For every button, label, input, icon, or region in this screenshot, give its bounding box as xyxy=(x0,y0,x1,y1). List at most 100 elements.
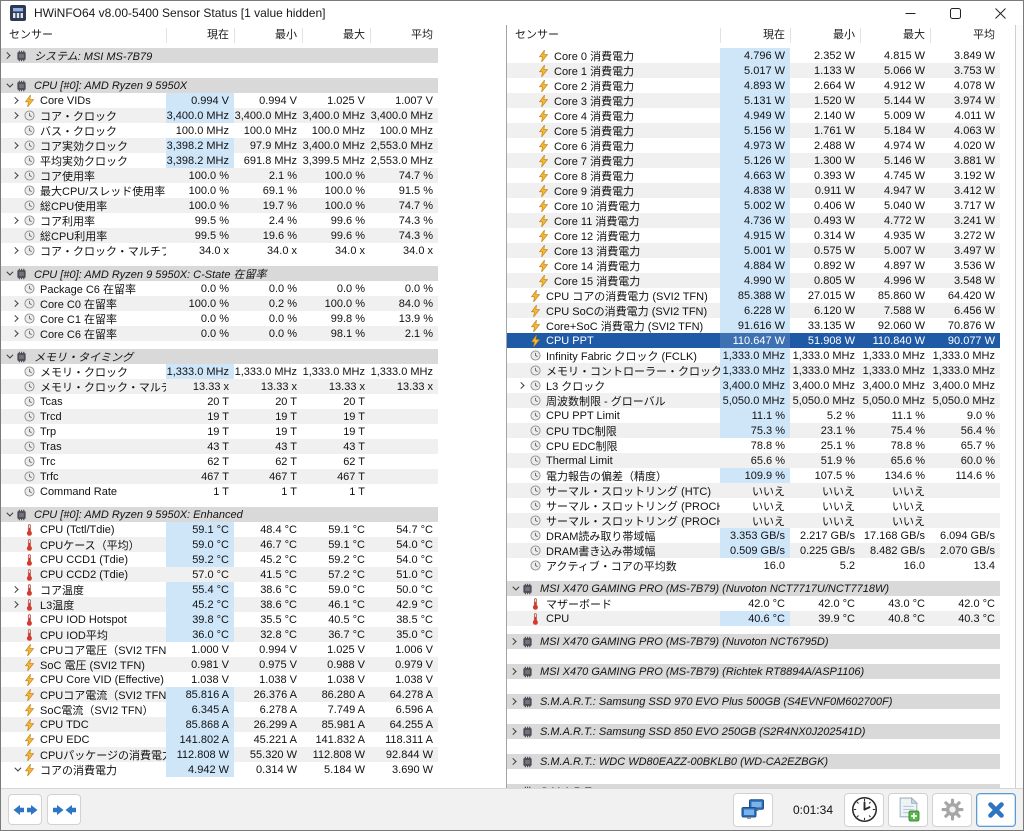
sensor-row[interactable]: コア・クロック・マルチプライ... 34.0 x 34.0 x 34.0 x 34.0 … xyxy=(1,243,438,258)
create-report-button[interactable] xyxy=(888,792,928,827)
sensor-row[interactable]: コア利用率 99.5 % 2.4 % 99.6 % 74.3 % xyxy=(1,213,438,228)
sensor-row[interactable]: 総CPU使用率 100.0 % 19.7 % 100.0 % 74.7 % xyxy=(1,198,438,213)
expander-collapsed-icon[interactable] xyxy=(9,600,23,609)
expander-expanded-icon[interactable] xyxy=(1,268,15,276)
section-header[interactable]: メモリ・タイミング xyxy=(1,349,438,364)
section-header[interactable]: MSI X470 GAMING PRO (MS-7B79) (Richtek R… xyxy=(507,664,1000,679)
sensor-row[interactable]: CPU PPT Limit 11.1 % 5.2 % 11.1 % 9.0 % xyxy=(507,408,1000,423)
sensor-row[interactable]: 総CPU利用率 99.5 % 19.6 % 99.6 % 74.3 % xyxy=(1,228,438,243)
logging-timer-button[interactable] xyxy=(844,792,884,827)
expander-collapsed-icon[interactable] xyxy=(515,381,529,390)
settings-button[interactable] xyxy=(932,792,972,827)
sensor-row[interactable]: CPU 40.6 °C 39.9 °C 40.8 °C 40.3 °C xyxy=(507,611,1000,626)
sensor-row[interactable]: CPUコア電圧（SVI2 TFN） 1.000 V 0.994 V 1.025 V 1.… xyxy=(1,642,438,657)
sensor-row[interactable]: Core 15 消費電力 4.990 W 0.805 W 4.996 W 3.548 W xyxy=(507,273,1000,288)
sensor-row[interactable]: メモリ・クロック・マルチプライヤー 13.33 x 13.33 x 13.33 x 13… xyxy=(1,379,438,394)
expander-collapsed-icon[interactable] xyxy=(9,216,23,225)
column-header-max[interactable]: 最大 xyxy=(302,27,370,43)
sensor-row[interactable]: CPU EDC制限 78.8 % 25.1 % 78.8 % 65.7 % xyxy=(507,438,1000,453)
sensor-row[interactable]: サーマル・スロットリング (PROCHOT CPU) いいえ いいえ いいえ xyxy=(507,498,1000,513)
expander-expanded-icon[interactable] xyxy=(1,80,15,88)
expander-collapsed-icon[interactable] xyxy=(507,757,521,766)
sensor-row[interactable]: DRAM書き込み帯域幅 0.509 GB/s 0.225 GB/s 8.482 GB/… xyxy=(507,543,1000,558)
sensor-row[interactable]: Core 4 消費電力 4.949 W 2.140 W 5.009 W 4.011 W xyxy=(507,108,1000,123)
close-sensors-button[interactable] xyxy=(976,792,1016,827)
column-header-avg[interactable]: 平均 xyxy=(370,27,438,43)
sensor-row[interactable]: 電力報告の偏差（精度） 109.9 % 107.5 % 134.6 % 114.6 % xyxy=(507,468,1000,483)
sensor-row[interactable]: Trp 19 T 19 T 19 T xyxy=(1,424,438,439)
column-header-avg[interactable]: 平均 xyxy=(930,27,1000,43)
sensor-row[interactable]: Core 3 消費電力 5.131 W 1.520 W 5.144 W 3.974 W xyxy=(507,93,1000,108)
close-window-button[interactable] xyxy=(978,1,1023,25)
section-header[interactable]: MSI X470 GAMING PRO (MS-7B79) (Nuvoton N… xyxy=(507,634,1000,649)
section-header[interactable]: CPU [#0]: AMD Ryzen 9 5950X: C-State 在留率 xyxy=(1,266,438,281)
sensor-row[interactable]: CPU CCD1 (Tdie) 59.2 °C 45.2 °C 59.2 °C 54.0… xyxy=(1,552,438,567)
sensor-row[interactable]: Core 12 消費電力 4.915 W 0.314 W 4.935 W 3.272 W xyxy=(507,228,1000,243)
sensor-row[interactable]: Core 9 消費電力 4.838 W 0.911 W 4.947 W 3.412 W xyxy=(507,183,1000,198)
sensor-row[interactable]: CPU Core VID (Effective) 1.038 V 1.038 V 1.… xyxy=(1,672,438,687)
sensor-row[interactable]: メモリ・コントローラー・クロック（UCLK）1,333.0 MHz1,333.0… xyxy=(507,363,1000,378)
sensor-row[interactable]: 平均実効クロック 3,398.2 MHz 691.8 MHz 3,399.5 MHz 2… xyxy=(1,153,438,168)
sensor-row[interactable]: CPU SoCの消費電力 (SVI2 TFN) 6.228 W 6.120 W 7.5… xyxy=(507,303,1000,318)
sensor-row[interactable]: Core 6 消費電力 4.973 W 2.488 W 4.974 W 4.020 W xyxy=(507,138,1000,153)
expander-expanded-icon[interactable] xyxy=(9,764,23,772)
sensor-row[interactable]: CPU IOD Hotspot 39.8 °C 35.5 °C 40.5 °C 38.5… xyxy=(1,612,438,627)
sensor-row[interactable]: CPU EDC 141.802 A 45.221 A 141.832 A 118.311… xyxy=(1,732,438,747)
sensor-row[interactable]: Core C1 在留率 0.0 % 0.0 % 99.8 % 13.9 % xyxy=(1,311,438,326)
titlebar[interactable]: HWiNFO64 v8.00-5400 Sensor Status [1 val… xyxy=(1,1,1023,25)
expand-columns-button[interactable] xyxy=(8,794,42,825)
sensor-row[interactable]: サーマル・スロットリング (HTC) いいえ いいえ いいえ xyxy=(507,483,1000,498)
section-header[interactable]: CPU [#0]: AMD Ryzen 9 5950X xyxy=(1,78,438,93)
sensor-row[interactable]: SoC 電圧 (SVI2 TFN) 0.981 V 0.975 V 0.988 V 0.… xyxy=(1,657,438,672)
sensor-row[interactable]: 最大CPU/スレッド使用率 100.0 % 69.1 % 100.0 % 91.5 % xyxy=(1,183,438,198)
expander-collapsed-icon[interactable] xyxy=(507,637,521,646)
sensor-row[interactable]: コア実効クロック 3,398.2 MHz 97.9 MHz 3,400.0 MHz 2,… xyxy=(1,138,438,153)
sensor-row[interactable]: DRAM読み取り帯域幅 3.353 GB/s 2.217 GB/s 17.168 GB… xyxy=(507,528,1000,543)
expander-expanded-icon[interactable] xyxy=(1,509,15,517)
sensor-row[interactable]: メモリ・クロック 1,333.0 MHz 1,333.0 MHz 1,333.0 MH… xyxy=(1,364,438,379)
sensor-row[interactable]: Command Rate 1 T 1 T 1 T xyxy=(1,484,438,499)
sensor-row[interactable]: CPU TDC 85.868 A 26.299 A 85.981 A 64.255 A xyxy=(1,717,438,732)
expander-collapsed-icon[interactable] xyxy=(9,141,23,150)
column-header-sensor[interactable]: センサー xyxy=(507,28,720,43)
section-header[interactable]: CPU [#0]: AMD Ryzen 9 5950X: Enhanced xyxy=(1,507,438,522)
sensor-row[interactable]: Package C6 在留率 0.0 % 0.0 % 0.0 % 0.0 % xyxy=(1,281,438,296)
sensor-row[interactable]: Core 11 消費電力 4.736 W 0.493 W 4.772 W 3.241 W xyxy=(507,213,1000,228)
expander-collapsed-icon[interactable] xyxy=(507,697,521,706)
sensor-row[interactable]: CPU IOD平均 36.0 °C 32.8 °C 36.7 °C 35.0 °C xyxy=(1,627,438,642)
sensor-row[interactable]: SoC電流（SVI2 TFN） 6.345 A 6.278 A 7.749 A 6.59… xyxy=(1,702,438,717)
sensor-row[interactable]: Core 7 消費電力 5.126 W 1.300 W 5.146 W 3.881 W xyxy=(507,153,1000,168)
column-header-current[interactable]: 現在 xyxy=(720,27,790,43)
sensor-row[interactable]: Core VIDs 0.994 V 0.994 V 1.025 V 1.007 V xyxy=(1,93,438,108)
sensor-row[interactable]: Core 10 消費電力 5.002 W 0.406 W 5.040 W 3.717 W xyxy=(507,198,1000,213)
sensor-row[interactable]: CPU TDC制限 75.3 % 23.1 % 75.4 % 56.4 % xyxy=(507,423,1000,438)
expander-collapsed-icon[interactable] xyxy=(9,329,23,338)
section-header[interactable]: S.M.A.R.T.: Samsung SSD 970 EVO Plus 500… xyxy=(507,694,1000,709)
section-header[interactable]: S.M.A.R.T.: Samsung SSD 850 EVO 250GB (S… xyxy=(507,724,1000,739)
sensor-row[interactable]: L3温度 45.2 °C 38.6 °C 46.1 °C 42.9 °C xyxy=(1,597,438,612)
sensor-row[interactable]: Core 14 消費電力 4.884 W 0.892 W 4.897 W 3.536 W xyxy=(507,258,1000,273)
maximize-button[interactable] xyxy=(933,1,978,25)
sensor-row[interactable]: CPU PPT 110.647 W 51.908 W 110.840 W 90.077 … xyxy=(507,333,1000,348)
expander-collapsed-icon[interactable] xyxy=(507,727,521,736)
sensor-row[interactable]: Core 1 消費電力 5.017 W 1.133 W 5.066 W 3.753 W xyxy=(507,63,1000,78)
sensor-row[interactable]: Core 5 消費電力 5.156 W 1.761 W 5.184 W 4.063 W xyxy=(507,123,1000,138)
sensor-row[interactable]: コア温度 55.4 °C 38.6 °C 59.0 °C 50.0 °C xyxy=(1,582,438,597)
sensor-row[interactable]: CPU コアの消費電力 (SVI2 TFN) 85.388 W 27.015 W 85… xyxy=(507,288,1000,303)
sensor-row[interactable]: マザーボード 42.0 °C 42.0 °C 43.0 °C 42.0 °C xyxy=(507,596,1000,611)
sensor-row[interactable]: バス・クロック 100.0 MHz 100.0 MHz 100.0 MHz 100.0 … xyxy=(1,123,438,138)
expander-collapsed-icon[interactable] xyxy=(9,314,23,323)
column-header-max[interactable]: 最大 xyxy=(860,27,930,43)
sensor-row[interactable]: CPUケース（平均） 59.0 °C 46.7 °C 59.1 °C 54.0 °C xyxy=(1,537,438,552)
sensor-row[interactable]: Thermal Limit 65.6 % 51.9 % 65.6 % 60.0 % xyxy=(507,453,1000,468)
sensor-row[interactable]: Trfc 467 T 467 T 467 T xyxy=(1,469,438,484)
column-header-min[interactable]: 最小 xyxy=(234,27,302,43)
sensor-row[interactable]: CPU CCD2 (Tdie) 57.0 °C 41.5 °C 57.2 °C 51.0… xyxy=(1,567,438,582)
expander-collapsed-icon[interactable] xyxy=(9,171,23,180)
sensor-row[interactable]: アクティブ・コアの平均数 16.0 5.2 16.0 13.4 xyxy=(507,558,1000,573)
collapse-columns-button[interactable] xyxy=(47,794,81,825)
section-header[interactable]: システム: MSI MS-7B79 xyxy=(1,48,438,63)
sensor-row[interactable]: L3 クロック 3,400.0 MHz 3,400.0 MHz 3,400.0 MHz… xyxy=(507,378,1000,393)
expander-collapsed-icon[interactable] xyxy=(507,667,521,676)
expander-collapsed-icon[interactable] xyxy=(9,111,23,120)
